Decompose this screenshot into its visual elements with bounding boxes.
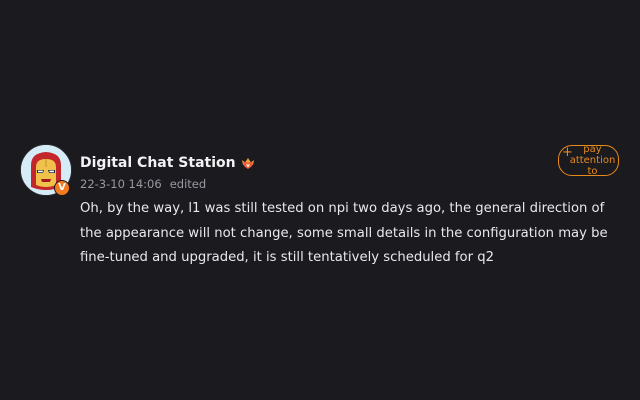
crown-heart-icon: [241, 158, 254, 169]
page: V Digital Chat Station 22-3-10 14:06 edi…: [0, 0, 640, 400]
plus-icon: +: [562, 145, 573, 160]
post-meta: 22-3-10 14:06 edited: [80, 177, 206, 191]
post-content: Oh, by the way, l1 was still tested on n…: [80, 201, 608, 265]
follow-button-label: pay attention to: [569, 144, 616, 177]
author-name[interactable]: Digital Chat Station: [80, 155, 236, 171]
follow-button[interactable]: + pay attention to: [558, 144, 619, 177]
avatar-container[interactable]: V: [20, 144, 72, 196]
post-card: V Digital Chat Station 22-3-10 14:06 edi…: [20, 142, 624, 282]
verified-badge: V: [54, 180, 70, 196]
post-timestamp: 22-3-10 14:06: [80, 177, 162, 191]
edited-label: edited: [169, 177, 207, 191]
verified-badge-label: V: [58, 182, 66, 193]
post-header: Digital Chat Station: [80, 152, 256, 174]
